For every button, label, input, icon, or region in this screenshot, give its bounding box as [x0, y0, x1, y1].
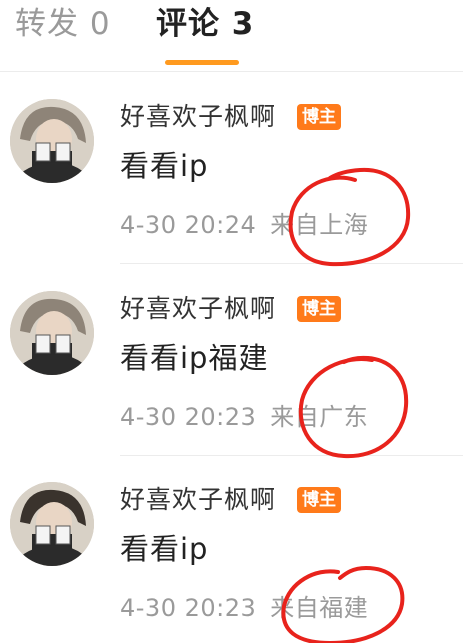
comment-item[interactable]: 好喜欢子枫啊 博主 看看ip 4-30 20:23 来自福建	[0, 479, 463, 643]
comment-location: 来自福建	[270, 594, 369, 622]
comment-item[interactable]: 好喜欢子枫啊 博主 看看ip福建 4-30 20:23 来自广东	[0, 288, 463, 478]
comment-meta: 4-30 20:23 来自广东	[120, 400, 382, 434]
tab-repost[interactable]: 转发 0	[15, 2, 111, 46]
comment-username[interactable]: 好喜欢子枫啊	[120, 482, 276, 518]
comment-username[interactable]: 好喜欢子枫啊	[120, 99, 276, 135]
author-badge: 博主	[297, 487, 341, 513]
comment-time: 4-30 20:23	[120, 594, 257, 622]
comment-meta: 4-30 20:24 来自上海	[120, 208, 382, 242]
comment-location: 来自广东	[270, 403, 369, 431]
avatar[interactable]	[10, 291, 94, 375]
comment-item[interactable]: 好喜欢子枫啊 博主 看看ip 4-30 20:24 来自上海	[0, 96, 463, 286]
comment-time: 4-30 20:23	[120, 403, 257, 431]
divider	[120, 263, 463, 264]
comment-location: 来自上海	[270, 211, 369, 239]
tab-comments[interactable]: 评论 3	[156, 2, 254, 46]
tab-bar: 转发 0 评论 3	[0, 0, 463, 72]
author-badge: 博主	[297, 104, 341, 130]
comment-text: 看看ip福建	[120, 341, 269, 375]
comment-text: 看看ip	[120, 532, 209, 566]
avatar-photo-icon	[10, 99, 94, 183]
avatar[interactable]	[10, 482, 94, 566]
avatar-photo-icon	[10, 482, 94, 566]
author-badge: 博主	[297, 296, 341, 322]
avatar-photo-icon	[10, 291, 94, 375]
comment-time: 4-30 20:24	[120, 211, 257, 239]
avatar[interactable]	[10, 99, 94, 183]
comment-username[interactable]: 好喜欢子枫啊	[120, 291, 276, 327]
active-tab-indicator	[165, 60, 239, 65]
comment-meta: 4-30 20:23 来自福建	[120, 591, 382, 625]
divider	[120, 455, 463, 456]
comment-text: 看看ip	[120, 149, 209, 183]
